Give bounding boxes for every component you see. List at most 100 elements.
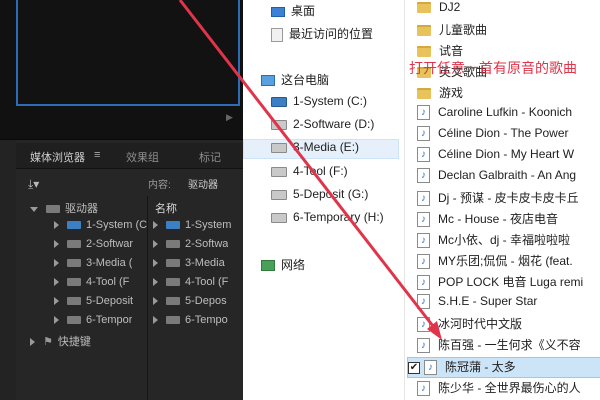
tree-drive[interactable]: 1-System (C [54,219,147,237]
expand-icon[interactable] [30,206,38,212]
drive-icon [166,240,180,249]
audio-file[interactable]: ♪ 陈少华 - 全世界最伤心的人 [417,379,600,400]
list-item[interactable]: 6-Tempo [153,314,228,332]
nav-recent[interactable]: 最近访问的位置 [271,25,373,45]
list-item-label: 6-Tempo [185,314,228,326]
expand-icon[interactable] [54,278,59,287]
tree-drive[interactable]: 2-Softwar [54,238,133,256]
instruction-annotation: 打开任意一首有原音的歌曲 [409,60,577,76]
names-column-header[interactable]: 名称 [155,200,177,216]
tree-drive[interactable]: 3-Media ( [54,257,132,275]
file-label: POP LOCK 电音 Luga remi [438,275,584,289]
audio-file[interactable]: ♪ Mc小依、dj - 幸福啦啦啦 [417,231,600,252]
folder-icon [417,46,431,58]
panel-menu-icon[interactable]: ≡ [94,149,100,161]
expand-icon[interactable] [153,297,158,306]
checkbox[interactable]: ✔ [408,361,420,374]
expand-icon[interactable] [153,316,158,325]
expand-icon[interactable] [153,221,158,230]
file-label: Caroline Lufkin - Koonich [438,105,573,119]
tree-drive[interactable]: 5-Deposit [54,295,133,313]
folder-item[interactable]: 游戏 [417,84,600,105]
expand-icon[interactable] [30,338,35,347]
folder-item[interactable]: 儿童歌曲 [417,21,600,42]
nav-drive-e[interactable]: 3-Media (E:) [243,139,399,159]
nav-label: 桌面 [291,4,316,18]
audio-file[interactable]: ♪ POP LOCK 电音 Luga remi [417,273,600,294]
expand-icon[interactable] [54,221,59,230]
music-file-icon: ♪ [417,212,430,228]
expand-icon[interactable] [54,240,59,249]
list-item[interactable]: 4-Tool (F [153,276,228,294]
list-item[interactable]: 5-Depos [153,295,227,313]
tab-effects[interactable]: 效果组 [126,149,159,165]
navigation-pane: 桌面 最近访问的位置 这台电脑 1-System (C:) 2-Software… [243,0,403,400]
drive-icon [67,278,81,287]
folder-item[interactable]: DJ2 [417,0,600,21]
audio-file[interactable]: ♪ MY乐团;侃侃 - 烟花 (feat. [417,252,600,273]
tree-drive-label: 6-Tempor [86,314,133,326]
audio-file[interactable]: ♪ Declan Galbraith - An Ang [417,168,600,189]
tree-shortcuts[interactable]: ⚑ 快捷键 [30,333,91,351]
premiere-window: ▶ 媒体浏览器 ≡ 效果组 标记 ⤓▾ 内容: 驱动器 驱动器 1-System… [0,0,243,400]
system-drive-icon [166,221,180,230]
expand-icon[interactable] [54,316,59,325]
play-icon[interactable]: ▶ [226,112,233,123]
audio-file[interactable]: ♪ Dj - 预谋 - 皮卡皮卡皮卡丘 [417,189,600,210]
expand-icon[interactable] [54,259,59,268]
file-label: S.H.E - Super Star [438,294,538,308]
expand-icon[interactable] [153,278,158,287]
expand-icon[interactable] [54,297,59,306]
list-item-label: 3-Media [185,257,225,269]
audio-file[interactable]: ♪ S.H.E - Super Star [417,294,600,315]
music-file-icon: ♪ [417,338,430,354]
audio-file[interactable]: ♪ 陈百强 - 一生何求《义不容 [417,336,600,357]
monitor-frame [16,0,240,106]
nav-desktop[interactable]: 桌面 [271,2,315,22]
system-drive-icon [271,96,287,107]
expand-icon[interactable] [153,259,158,268]
folder-icon [417,2,431,14]
nav-network[interactable]: 网络 [261,256,305,276]
tree-root[interactable]: 驱动器 [30,200,98,218]
nav-drive-f[interactable]: 4-Tool (F:) [271,164,348,184]
list-item[interactable]: 1-System [153,219,231,237]
nav-drive-h[interactable]: 6-Temporary (H:) [271,210,384,230]
list-item[interactable]: 2-Softwa [153,238,228,256]
file-label: 试音 [439,44,464,58]
audio-file[interactable]: ♪ Céline Dion - The Power [417,126,600,147]
nav-this-pc[interactable]: 这台电脑 [261,71,329,91]
audio-file[interactable]: ♪ 冰河时代中文版 [417,315,600,336]
nav-label: 6-Temporary (H:) [293,210,384,224]
file-label: Mc - House - 夜店电音 [438,212,559,226]
list-item-label: 5-Depos [185,295,227,307]
audio-file[interactable]: ♪ Caroline Lufkin - Koonich [417,105,600,126]
drive-icon [271,142,287,153]
network-icon [261,260,275,272]
music-file-icon: ♪ [417,191,430,207]
shortcuts-label: 快捷键 [57,336,91,348]
filter-dropdown[interactable]: 驱动器 [188,176,218,191]
nav-drive-c[interactable]: 1-System (C:) [271,94,367,114]
nav-drive-d[interactable]: 2-Software (D:) [271,117,374,137]
tree-drive-label: 4-Tool (F [86,276,130,288]
nav-label: 5-Deposit (G:) [293,187,369,201]
nav-label: 2-Software (D:) [293,117,375,131]
list-item-label: 1-System [185,219,232,231]
list-item[interactable]: 3-Media [153,257,225,275]
drive-icon [67,240,81,249]
file-label: DJ2 [439,0,461,14]
drive-icon [271,119,287,130]
music-file-icon: ♪ [417,126,430,142]
tree-drive[interactable]: 4-Tool (F [54,276,129,294]
tab-markers[interactable]: 标记 [199,149,221,165]
audio-file[interactable]: ♪ Céline Dion - My Heart W [417,147,600,168]
nav-drive-g[interactable]: 5-Deposit (G:) [271,187,368,207]
expand-icon[interactable] [153,240,158,249]
audio-file-selected[interactable]: ✔ ♪ 陈冠蒲 - 太多 [407,357,600,378]
drive-icon [67,259,81,268]
import-icon[interactable]: ⤓▾ [28,177,39,192]
tree-drive[interactable]: 6-Tempor [54,314,132,332]
tab-media-browser[interactable]: 媒体浏览器 [30,149,85,165]
audio-file[interactable]: ♪ Mc - House - 夜店电音 [417,210,600,231]
